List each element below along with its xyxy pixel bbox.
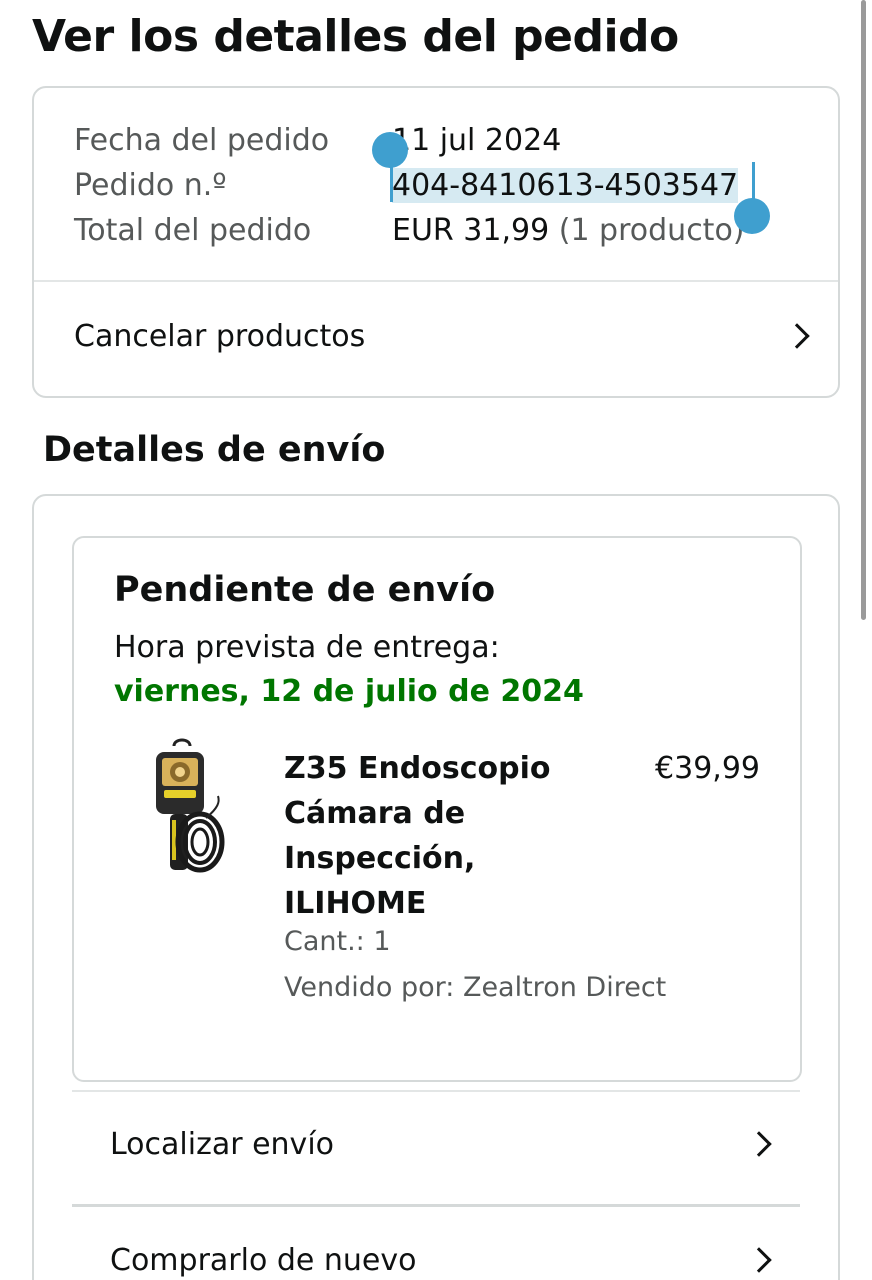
buy-again-link[interactable]: Comprarlo de nuevo — [110, 1220, 772, 1280]
track-shipment-label: Localizar envío — [110, 1126, 335, 1162]
order-date-label: Fecha del pedido — [74, 123, 330, 158]
endoscope-camera-image[interactable] — [144, 738, 234, 888]
eta-date: viernes, 12 de julio de 2024 — [114, 674, 584, 709]
order-number-label: Pedido n.º — [74, 168, 227, 203]
product-price: €39,99 — [655, 751, 760, 786]
selection-end-bar — [752, 162, 755, 202]
order-date-value: 11 jul 2024 — [392, 123, 562, 158]
shipping-card: Pendiente de envío Hora prevista de entr… — [32, 494, 840, 1280]
selected-order-number[interactable]: 404-8410613-4503547 — [392, 168, 739, 203]
order-number-value[interactable]: 404-8410613-4503547 — [392, 163, 739, 208]
order-card-divider — [34, 280, 838, 282]
chevron-right-icon — [746, 1131, 772, 1157]
track-shipment-link[interactable]: Localizar envío — [110, 1104, 772, 1184]
scrollbar[interactable] — [860, 0, 872, 1280]
page-title: Ver los detalles del pedido — [32, 11, 679, 62]
order-total-value: EUR 31,99 (1 producto) — [392, 208, 745, 253]
order-total-items: (1 producto) — [558, 213, 745, 248]
product-name[interactable]: Z35 Endoscopio Cámara de Inspección, ILI… — [284, 746, 554, 926]
product-image-svg — [156, 738, 225, 873]
eta-label: Hora prevista de entrega: — [114, 630, 500, 665]
buy-again-label: Comprarlo de nuevo — [110, 1242, 417, 1278]
shipping-section-title: Detalles de envío — [43, 430, 386, 470]
order-total-amount: EUR 31,99 — [392, 213, 550, 248]
order-total-row: Total del pedido EUR 31,99 (1 producto) — [74, 208, 814, 253]
selection-start-bar — [390, 162, 393, 202]
chevron-right-icon — [784, 323, 810, 349]
order-summary-card: Fecha del pedido 11 jul 2024 Pedido n.º … — [32, 86, 840, 398]
shipping-divider-1 — [72, 1090, 800, 1092]
order-summary: Fecha del pedido 11 jul 2024 Pedido n.º … — [74, 118, 814, 253]
order-date-row: Fecha del pedido 11 jul 2024 — [74, 118, 814, 163]
shipping-divider-2 — [72, 1204, 800, 1207]
order-total-label: Total del pedido — [74, 213, 312, 248]
product-quantity: Cant.: 1 — [284, 926, 391, 957]
scrollbar-thumb[interactable] — [861, 0, 866, 620]
cancel-products-link[interactable]: Cancelar productos — [74, 300, 810, 372]
product-seller: Vendido por: Zealtron Direct — [284, 972, 667, 1003]
chevron-right-icon — [746, 1247, 772, 1273]
selection-start-handle[interactable] — [372, 132, 408, 168]
order-details-page: Ver los detalles del pedido Fecha del pe… — [0, 0, 872, 1280]
shipment-status: Pendiente de envío — [114, 570, 496, 610]
order-number-row: Pedido n.º 404-8410613-4503547 — [74, 163, 814, 208]
shipment-card: Pendiente de envío Hora prevista de entr… — [72, 536, 802, 1082]
selection-end-handle[interactable] — [734, 198, 770, 234]
cancel-products-label: Cancelar productos — [74, 318, 366, 354]
